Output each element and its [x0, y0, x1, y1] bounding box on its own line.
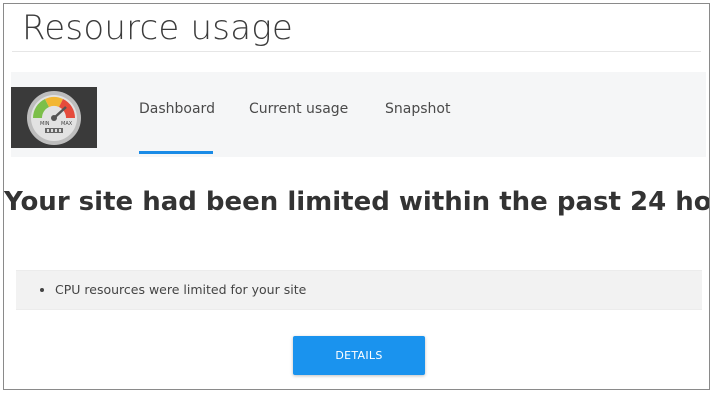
- tab-current-usage[interactable]: Current usage: [249, 98, 348, 154]
- cpu-limit-notice: CPU resources were limited for your site: [55, 282, 307, 297]
- limit-status-headline: Your site had been limited within the pa…: [4, 187, 710, 217]
- tab-current-usage-label: Current usage: [249, 101, 349, 117]
- tab-snapshot-label: Snapshot: [385, 101, 451, 117]
- details-button[interactable]: DETAILS: [293, 336, 425, 375]
- bullet-icon: [40, 287, 44, 292]
- tab-snapshot[interactable]: Snapshot: [385, 98, 455, 154]
- gauge-min-label: MIN: [40, 121, 50, 127]
- title-divider: [12, 51, 701, 52]
- speedometer-gauge-icon: MIN MAX: [11, 87, 97, 148]
- tab-dashboard[interactable]: Dashboard: [139, 98, 215, 154]
- tab-dashboard-label: Dashboard: [139, 101, 215, 117]
- resource-nav-bar: MIN MAX Dashboard Current usage Snapshot: [11, 72, 706, 157]
- list-item: CPU resources were limited for your site: [40, 282, 306, 297]
- limit-notice-box: CPU resources were limited for your site: [16, 270, 702, 310]
- resource-usage-panel: Resource usage MIN MAX Dashboard Current…: [3, 3, 710, 390]
- gauge-max-label: MAX: [61, 121, 73, 127]
- page-title: Resource usage: [22, 8, 293, 48]
